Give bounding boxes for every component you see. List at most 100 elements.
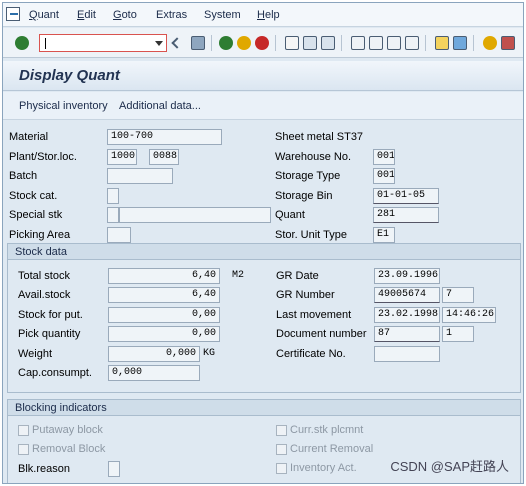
certificate-field[interactable] [374,346,440,362]
current-removal-checkbox[interactable] [276,444,287,455]
first-page-icon[interactable] [351,36,365,50]
toolbar-separator [425,35,426,51]
weight-unit: KG [203,348,216,359]
last-movement-label: Last movement [276,309,352,321]
additional-data-button[interactable]: Additional data... [119,100,201,112]
find-icon[interactable] [303,36,317,50]
warehouse-field[interactable]: 001 [373,149,395,165]
curr-stk-plcmnt-checkbox[interactable] [276,425,287,436]
removal-block-checkbox[interactable] [18,444,29,455]
special-stk-field[interactable] [107,207,119,223]
stock-put-label: Stock for put. [18,309,83,321]
stock-data-title: Stock data [15,246,67,258]
gr-number-field[interactable]: 49005674 [374,287,440,303]
quant-field[interactable]: 281 [373,207,439,223]
storage-bin-label: Storage Bin [275,190,333,202]
stor-unit-type-field[interactable]: E1 [373,227,395,243]
special-stk-label: Special stk [9,209,63,221]
find-next-icon[interactable] [321,36,335,50]
warehouse-label: Warehouse No. [275,151,352,163]
putaway-block-label: Putaway block [32,424,103,436]
stock-cat-label: Stock cat. [9,190,58,202]
back-icon[interactable] [219,36,233,50]
storage-type-field[interactable]: 001 [373,168,395,184]
picking-area-field[interactable] [107,227,131,243]
toolbar-separator [211,35,212,51]
total-stock-field[interactable]: 6,40 [108,268,220,284]
page-title: Display Quant [19,67,120,84]
storage-bin-field[interactable]: 01-01-05 [373,188,439,204]
removal-block-label: Removal Block [32,443,106,455]
menu-edit[interactable]: Edit [77,9,96,21]
enter-icon[interactable] [15,36,29,50]
weight-field[interactable]: 0,000 [108,346,200,362]
stock-cat-field[interactable] [107,188,119,204]
putaway-block-checkbox[interactable] [18,425,29,436]
stor-loc-field[interactable]: 0088 [149,149,179,165]
stock-put-field[interactable]: 0,00 [108,307,220,323]
doc-number-field[interactable]: 87 [374,326,440,342]
toolbar-separator [341,35,342,51]
toolbar-separator [275,35,276,51]
certificate-label: Certificate No. [276,348,346,360]
cancel-icon[interactable] [255,36,269,50]
cap-consumpt-field[interactable]: 0,000 [108,365,200,381]
last-page-icon[interactable] [405,36,419,50]
help-icon[interactable] [483,36,497,50]
watermark: CSDN @SAP赶路人 [390,459,509,474]
menu-system[interactable]: System [204,9,241,21]
cap-consumpt-label: Cap.consumpt. [18,367,92,379]
next-page-icon[interactable] [387,36,401,50]
material-label: Material [9,131,49,143]
text-caret [45,38,46,49]
system-menu-icon[interactable] [6,7,20,21]
last-movement-date-field[interactable]: 23.02.1998 [374,307,440,323]
pick-qty-field[interactable]: 0,00 [108,326,220,342]
total-stock-label: Total stock [18,270,70,282]
save-icon[interactable] [191,36,205,50]
batch-field[interactable] [107,168,173,184]
stock-data-header: Stock data [8,244,520,260]
content-area: Material 100-700 Plant/Stor.loc. 1000 00… [3,121,523,483]
plant-label: Plant/Stor.loc. [9,151,77,163]
layout-menu-icon[interactable] [501,36,515,50]
gr-item-field[interactable]: 7 [442,287,474,303]
material-description: Sheet metal ST37 [275,131,364,143]
avail-stock-field[interactable]: 6,40 [108,287,220,303]
back-arrow-icon[interactable] [171,37,183,49]
chevron-down-icon[interactable] [155,41,163,46]
stor-unit-type-label: Stor. Unit Type [275,229,347,241]
sap-window: Quant Edit Goto Extras System Help Displ… [2,2,524,484]
material-field[interactable]: 100-700 [107,129,222,145]
doc-number-label: Document number [276,328,367,340]
new-session-icon[interactable] [435,36,449,50]
blk-reason-label: Blk.reason [18,463,70,475]
batch-label: Batch [9,170,38,182]
application-toolbar: Physical inventory Additional data... [3,92,523,120]
toolbar-separator [473,35,474,51]
shortcut-icon[interactable] [453,36,467,50]
previous-page-icon[interactable] [369,36,383,50]
plant-field[interactable]: 1000 [107,149,137,165]
print-icon[interactable] [285,36,299,50]
special-stk-number-field[interactable] [119,207,271,223]
menu-extras[interactable]: Extras [156,9,187,21]
storage-type-label: Storage Type [275,170,341,182]
gr-date-label: GR Date [276,270,319,282]
blocking-indicators-title: Blocking indicators [15,402,107,414]
blk-reason-field[interactable] [108,461,120,477]
gr-date-field[interactable]: 23.09.1996 [374,268,440,284]
pick-qty-label: Pick quantity [18,328,81,340]
menu-quant[interactable]: Quant [29,9,59,21]
doc-item-field[interactable]: 1 [442,326,474,342]
command-field[interactable] [39,34,167,52]
gr-number-label: GR Number [276,289,335,301]
inventory-act-checkbox[interactable] [276,463,287,474]
stock-data-group: Stock data Total stock 6,40 M2 Avail.sto… [7,243,521,393]
menu-help[interactable]: Help [257,9,280,21]
physical-inventory-button[interactable]: Physical inventory [19,100,108,112]
inventory-act-label: Inventory Act. [290,462,357,474]
menu-goto[interactable]: Goto [113,9,137,21]
exit-icon[interactable] [237,36,251,50]
last-movement-time-field[interactable]: 14:46:26 [442,307,496,323]
